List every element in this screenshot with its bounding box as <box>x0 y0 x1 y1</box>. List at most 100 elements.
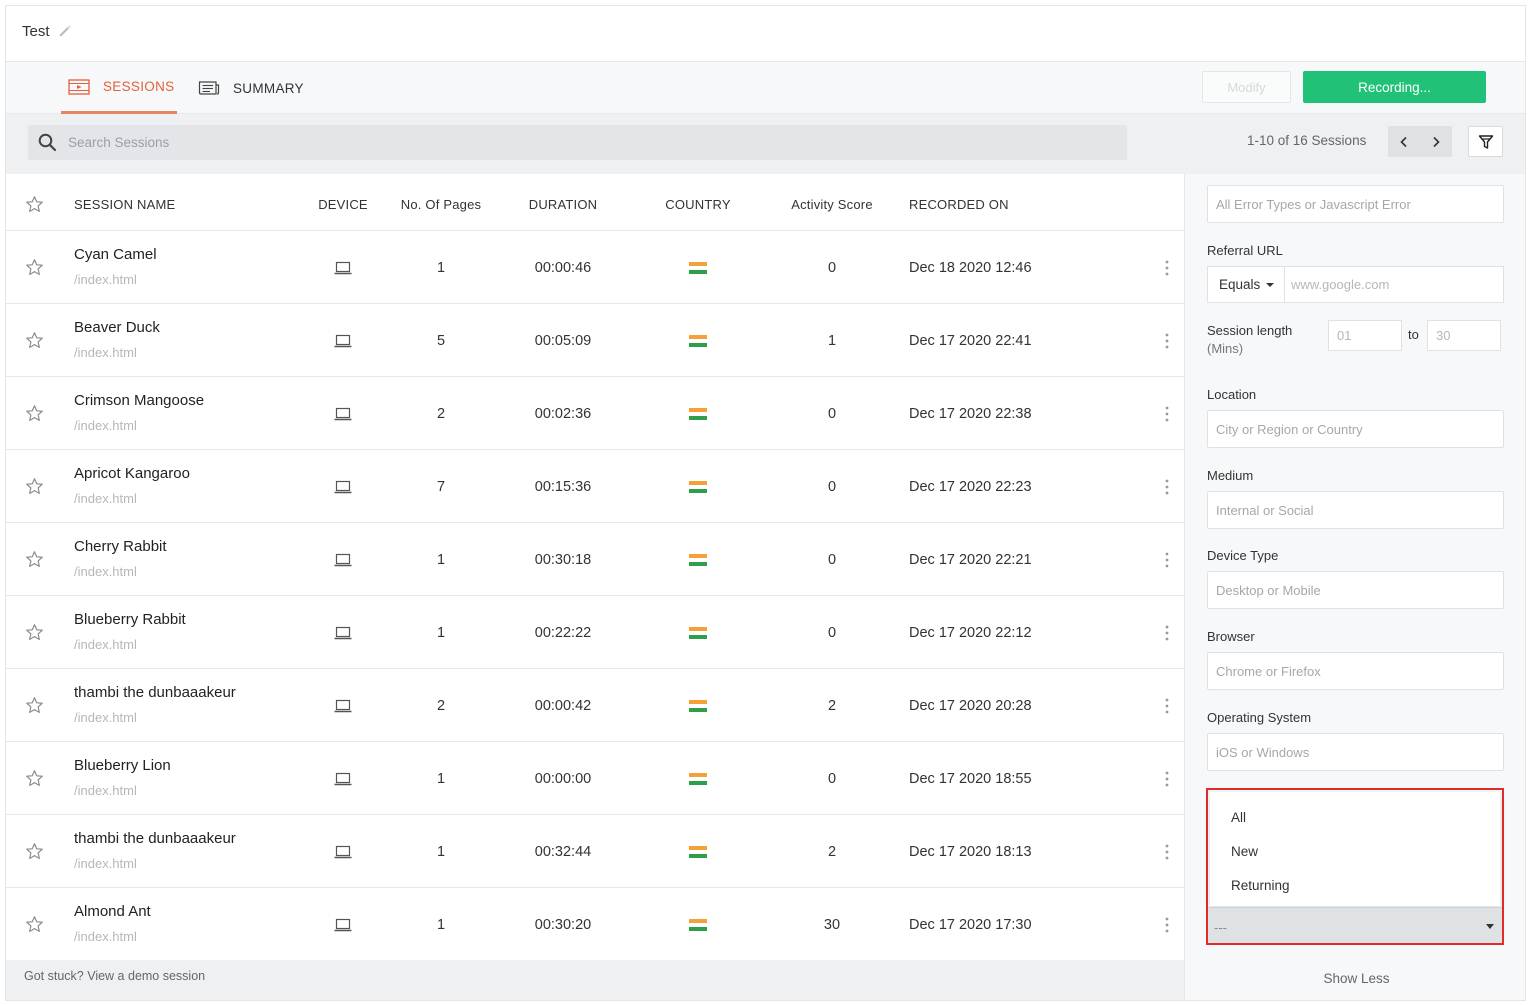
table-row[interactable]: Blueberry Lion /index.html 1 00:00:00 0 … <box>6 742 1184 815</box>
session-url: /index.html <box>74 637 137 652</box>
prev-page-button[interactable] <box>1388 126 1420 157</box>
session-length-to-input[interactable] <box>1427 320 1501 351</box>
more-options-icon[interactable] <box>1158 405 1176 423</box>
more-options-icon[interactable] <box>1158 551 1176 569</box>
header-duration[interactable]: DURATION <box>513 178 613 231</box>
laptop-icon <box>334 845 352 858</box>
browser-input[interactable] <box>1207 652 1504 690</box>
laptop-icon <box>334 699 352 712</box>
error-types-input[interactable] <box>1207 185 1504 223</box>
filter-button[interactable] <box>1468 126 1503 157</box>
more-options-icon[interactable] <box>1158 478 1176 496</box>
star-icon[interactable] <box>25 404 44 423</box>
india-flag-icon <box>689 261 707 274</box>
location-input[interactable] <box>1207 410 1504 448</box>
recorded-on-cell: Dec 17 2020 22:23 <box>909 478 1032 495</box>
table-row[interactable]: Crimson Mangoose /index.html 2 00:02:36 … <box>6 377 1184 450</box>
header-session-name[interactable]: SESSION NAME <box>74 178 175 231</box>
activity-score-cell: 0 <box>827 259 837 276</box>
tab-sessions[interactable]: SESSIONS <box>61 62 177 114</box>
session-name[interactable]: thambi the dunbaaakeur <box>74 830 236 847</box>
session-name[interactable]: Cyan Camel <box>74 246 157 263</box>
india-flag-icon <box>689 553 707 566</box>
table-row[interactable]: Blueberry Rabbit /index.html 1 00:22:22 … <box>6 596 1184 669</box>
more-options-icon[interactable] <box>1158 624 1176 642</box>
star-icon[interactable] <box>25 769 44 788</box>
star-icon[interactable] <box>25 258 44 277</box>
visitor-option-returning[interactable]: Returning <box>1231 878 1290 893</box>
visitor-type-menu: All New Returning <box>1210 792 1500 906</box>
search-input[interactable] <box>68 125 1108 160</box>
summary-icon <box>198 81 220 95</box>
demo-session-link[interactable]: Got stuck? View a demo session <box>24 969 205 983</box>
more-options-icon[interactable] <box>1158 916 1176 934</box>
star-all-icon[interactable] <box>25 195 44 214</box>
next-page-button[interactable] <box>1420 126 1452 157</box>
table-row[interactable]: Cyan Camel /index.html 1 00:00:46 0 Dec … <box>6 231 1184 304</box>
country-cell <box>648 523 748 596</box>
header-device[interactable]: DEVICE <box>304 178 382 231</box>
session-name[interactable]: Blueberry Lion <box>74 757 171 774</box>
session-length-label: Session length (Mins) <box>1207 322 1292 358</box>
tab-summary[interactable]: SUMMARY <box>198 62 304 114</box>
session-length-from-input[interactable] <box>1328 320 1402 351</box>
referral-url-input[interactable] <box>1284 266 1504 303</box>
table-row[interactable]: thambi the dunbaaakeur /index.html 2 00:… <box>6 669 1184 742</box>
session-name-cell: Blueberry Rabbit /index.html <box>74 611 186 652</box>
browser-label: Browser <box>1207 629 1255 644</box>
country-cell <box>648 304 748 377</box>
star-icon[interactable] <box>25 842 44 861</box>
session-url: /index.html <box>74 272 137 287</box>
session-name[interactable]: Crimson Mangoose <box>74 392 204 409</box>
pages-cell: 1 <box>436 551 446 568</box>
header-recorded-on[interactable]: RECORDED ON <box>909 178 1009 231</box>
session-name[interactable]: Beaver Duck <box>74 319 160 336</box>
device-cell <box>304 742 382 815</box>
star-icon[interactable] <box>25 550 44 569</box>
referral-operator-value: Equals <box>1219 277 1261 292</box>
pencil-icon[interactable] <box>58 24 72 38</box>
more-options-icon[interactable] <box>1158 843 1176 861</box>
star-icon[interactable] <box>25 696 44 715</box>
medium-input[interactable] <box>1207 491 1504 529</box>
operating-system-input[interactable] <box>1207 733 1504 771</box>
referral-operator-select[interactable]: Equals <box>1207 266 1284 303</box>
pages-cell: 1 <box>436 843 446 860</box>
header-pages[interactable]: No. Of Pages <box>391 178 491 231</box>
table-row[interactable]: thambi the dunbaaakeur /index.html 1 00:… <box>6 815 1184 888</box>
table-row[interactable]: Beaver Duck /index.html 5 00:05:09 1 Dec… <box>6 304 1184 377</box>
more-options-icon[interactable] <box>1158 697 1176 715</box>
visitor-option-all[interactable]: All <box>1231 810 1246 825</box>
session-name[interactable]: Blueberry Rabbit <box>74 611 186 628</box>
session-name[interactable]: Apricot Kangaroo <box>74 465 190 482</box>
country-cell <box>648 231 748 304</box>
table-row[interactable]: Apricot Kangaroo /index.html 7 00:15:36 … <box>6 450 1184 523</box>
session-name[interactable]: Almond Ant <box>74 903 151 920</box>
star-icon[interactable] <box>25 623 44 642</box>
more-options-icon[interactable] <box>1158 332 1176 350</box>
laptop-icon <box>334 261 352 274</box>
header-activity-score[interactable]: Activity Score <box>777 178 887 231</box>
session-name[interactable]: thambi the dunbaaakeur <box>74 684 236 701</box>
star-icon[interactable] <box>25 915 44 934</box>
session-name[interactable]: Cherry Rabbit <box>74 538 167 555</box>
device-type-input[interactable] <box>1207 571 1504 609</box>
india-flag-icon <box>689 626 707 639</box>
modify-button[interactable]: Modify <box>1202 71 1291 103</box>
activity-score-cell: 2 <box>827 697 837 714</box>
recorded-on-cell: Dec 18 2020 12:46 <box>909 259 1032 276</box>
show-less-link[interactable]: Show Less <box>1185 971 1525 986</box>
table-row[interactable]: Almond Ant /index.html 1 00:30:20 30 Dec… <box>6 888 1184 961</box>
star-icon[interactable] <box>25 477 44 496</box>
visitor-option-new[interactable]: New <box>1231 844 1258 859</box>
header-country[interactable]: COUNTRY <box>648 178 748 231</box>
visitor-type-select[interactable]: --- <box>1208 907 1502 943</box>
more-options-icon[interactable] <box>1158 770 1176 788</box>
more-options-icon[interactable] <box>1158 259 1176 277</box>
duration-cell: 00:00:00 <box>534 770 592 787</box>
star-icon[interactable] <box>25 331 44 350</box>
recording-button[interactable]: Recording... <box>1303 71 1486 103</box>
session-url: /index.html <box>74 783 137 798</box>
table-row[interactable]: Cherry Rabbit /index.html 1 00:30:18 0 D… <box>6 523 1184 596</box>
activity-score-cell: 0 <box>827 405 837 422</box>
